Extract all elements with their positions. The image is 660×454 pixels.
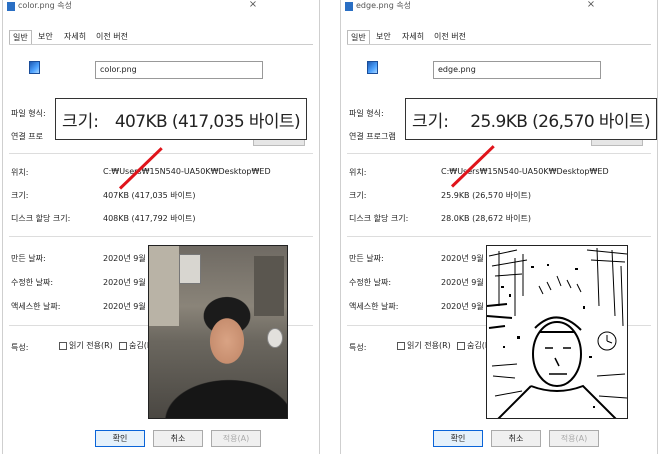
location-label: 위치: bbox=[349, 168, 367, 177]
title-bar: edge.png 속성 × bbox=[341, 0, 657, 16]
photo-wall bbox=[149, 246, 179, 326]
image-file-icon bbox=[29, 61, 40, 74]
accessed-label: 액세스한 날짜: bbox=[349, 302, 399, 311]
edge-drawing bbox=[487, 247, 627, 418]
ok-button[interactable]: 확인 bbox=[433, 430, 483, 447]
window-title: edge.png 속성 bbox=[356, 1, 412, 10]
checkbox-icon[interactable] bbox=[397, 341, 405, 350]
size-value: 25.9KB (26,570 바이트) bbox=[441, 191, 531, 200]
readonly-checkbox[interactable]: 읽기 전용(R) bbox=[59, 340, 113, 351]
checkbox-icon[interactable] bbox=[119, 341, 127, 350]
edge-photo bbox=[486, 245, 628, 419]
color-photo bbox=[148, 245, 288, 419]
location-value: C:₩Users₩15N540-UA50K₩Desktop₩ED bbox=[103, 167, 271, 176]
tab-details[interactable]: 자세히 bbox=[61, 30, 89, 44]
file-name-field[interactable]: color.png bbox=[95, 61, 263, 79]
zoom-size-label: 크기: bbox=[62, 111, 100, 132]
tab-general[interactable]: 일반 bbox=[347, 30, 370, 44]
image-file-icon bbox=[345, 2, 353, 11]
readonly-checkbox[interactable]: 읽기 전용(R) bbox=[397, 340, 451, 351]
size-zoom-callout: 크기: 407KB (417,035 바이트) bbox=[55, 98, 307, 140]
file-name-field[interactable]: edge.png bbox=[433, 61, 601, 79]
file-type-label: 파일 형식: bbox=[349, 109, 384, 118]
close-icon[interactable]: × bbox=[247, 0, 259, 12]
photo-clock bbox=[267, 328, 283, 348]
ok-button[interactable]: 확인 bbox=[95, 430, 145, 447]
tab-security[interactable]: 보안 bbox=[35, 30, 56, 44]
checkbox-icon[interactable] bbox=[457, 341, 465, 350]
divider bbox=[9, 153, 313, 154]
file-type-label: 파일 형식: bbox=[11, 109, 46, 118]
divider bbox=[347, 236, 651, 237]
tab-details[interactable]: 자세히 bbox=[399, 30, 427, 44]
modified-label: 수정한 날짜: bbox=[11, 278, 54, 287]
tab-previous-versions[interactable]: 이전 버전 bbox=[431, 30, 469, 44]
photo-window bbox=[179, 254, 201, 284]
attributes-label: 특성: bbox=[349, 343, 367, 352]
divider bbox=[347, 153, 651, 154]
divider bbox=[9, 236, 313, 237]
image-file-icon bbox=[367, 61, 378, 74]
tab-general[interactable]: 일반 bbox=[9, 30, 32, 44]
cancel-button[interactable]: 취소 bbox=[491, 430, 541, 447]
size-zoom-callout: 크기: 25.9KB (26,570 바이트) bbox=[405, 98, 657, 140]
disk-size-value: 408KB (417,792 바이트) bbox=[103, 214, 196, 223]
cancel-button[interactable]: 취소 bbox=[153, 430, 203, 447]
window-title: color.png 속성 bbox=[18, 1, 72, 10]
created-label: 만든 날짜: bbox=[349, 254, 384, 263]
disk-size-label: 디스크 할당 크기: bbox=[349, 214, 409, 223]
zoom-size-value: 25.9KB (26,570 바이트) bbox=[470, 111, 650, 132]
size-value: 407KB (417,035 바이트) bbox=[103, 191, 196, 200]
disk-size-label: 디스크 할당 크기: bbox=[11, 214, 71, 223]
close-icon[interactable]: × bbox=[585, 0, 597, 12]
readonly-label: 읽기 전용(R) bbox=[407, 341, 451, 350]
zoom-size-value: 407KB (417,035 바이트) bbox=[114, 111, 301, 132]
tab-divider bbox=[347, 44, 651, 45]
location-label: 위치: bbox=[11, 168, 29, 177]
tab-divider bbox=[9, 44, 313, 45]
open-with-label: 연결 프로 bbox=[11, 132, 43, 141]
modified-label: 수정한 날짜: bbox=[349, 278, 392, 287]
readonly-label: 읽기 전용(R) bbox=[69, 341, 113, 350]
attributes-label: 특성: bbox=[11, 343, 29, 352]
apply-button[interactable]: 적용(A) bbox=[549, 430, 599, 447]
image-file-icon bbox=[7, 2, 15, 11]
tab-previous-versions[interactable]: 이전 버전 bbox=[93, 30, 131, 44]
zoom-size-label: 크기: bbox=[412, 111, 450, 132]
size-label: 크기: bbox=[349, 191, 367, 200]
accessed-label: 액세스한 날짜: bbox=[11, 302, 61, 311]
photo-shelf bbox=[254, 256, 284, 316]
tab-security[interactable]: 보안 bbox=[373, 30, 394, 44]
title-bar: color.png 속성 × bbox=[3, 0, 319, 16]
size-label: 크기: bbox=[11, 191, 29, 200]
disk-size-value: 28.0KB (28,672 바이트) bbox=[441, 214, 531, 223]
created-label: 만든 날짜: bbox=[11, 254, 46, 263]
open-with-label: 연결 프로그램 bbox=[349, 132, 396, 141]
apply-button[interactable]: 적용(A) bbox=[211, 430, 261, 447]
checkbox-icon[interactable] bbox=[59, 341, 67, 350]
